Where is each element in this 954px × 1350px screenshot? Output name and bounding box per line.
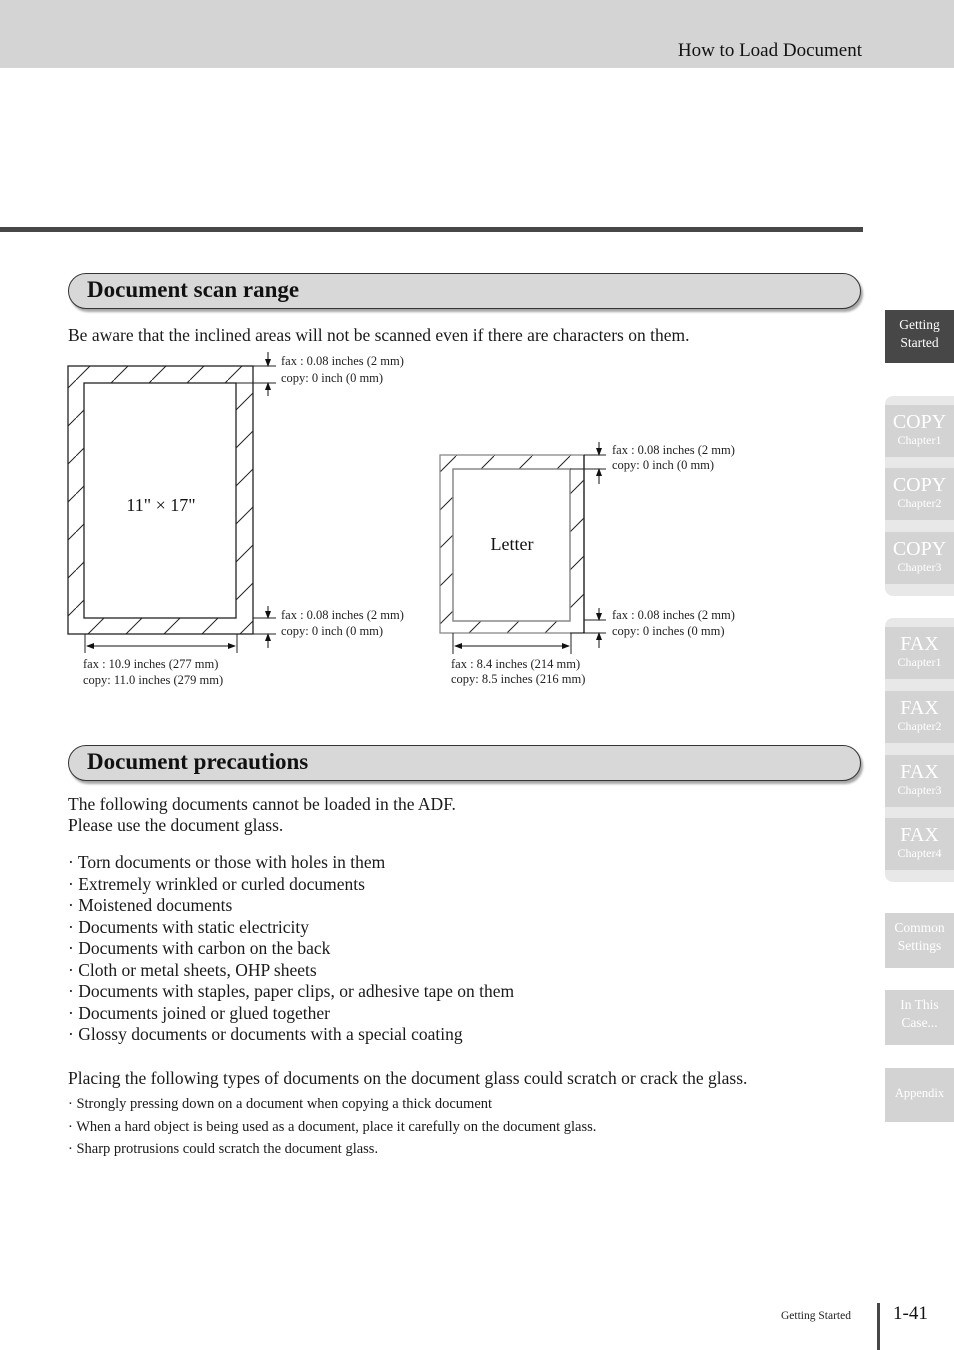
list-item: · Documents with static electricity <box>68 916 310 937</box>
ledger-width-copy: copy: 11.0 inches (279 mm) <box>83 673 223 687</box>
tab-label: COPY <box>892 538 947 560</box>
letter-size-label: Letter <box>491 534 534 554</box>
letter-width-copy: copy: 8.5 inches (216 mm) <box>451 672 585 686</box>
tab-sublabel: Chapter4 <box>897 846 942 860</box>
ledger-top-copy: copy: 0 inch (0 mm) <box>281 371 383 385</box>
tab-sublabel: Chapter2 <box>897 496 942 510</box>
tab-label: Settings <box>897 938 942 953</box>
list-item: · When a hard object is being used as a … <box>68 1118 597 1135</box>
glass-warning-list: · Strongly pressing down on a document w… <box>68 1093 596 1161</box>
tab-label: In This <box>900 997 939 1012</box>
footer-divider <box>877 1303 880 1350</box>
tab-label: FAX <box>900 761 939 783</box>
running-title: How to Load Document <box>677 40 862 61</box>
letter-bottom-copy: copy: 0 inches (0 mm) <box>612 624 724 638</box>
page-number: 1-41 <box>893 1303 928 1324</box>
tab-label: Appendix <box>894 1086 945 1100</box>
tab-sublabel: Chapter1 <box>897 655 942 669</box>
list-item: · Moistened documents <box>68 895 233 915</box>
letter-width-fax: fax : 8.4 inches (214 mm) <box>451 657 580 671</box>
letter-bottom-fax: fax : 0.08 inches (2 mm) <box>612 608 735 622</box>
tab-label: Case... <box>901 1015 938 1030</box>
glass-warning-intro: Placing the following types of documents… <box>68 1068 748 1088</box>
side-tab-common-settings[interactable]: Common Settings <box>885 913 954 968</box>
list-item: · Documents joined or glued together <box>68 1002 330 1023</box>
letter-top-copy: copy: 0 inch (0 mm) <box>612 458 714 472</box>
list-item: · Strongly pressing down on a document w… <box>68 1096 493 1112</box>
side-tab-fax-chapter1[interactable]: FAX Chapter1 <box>885 627 954 679</box>
side-tab-in-this-case[interactable]: In This Case... <box>885 990 954 1045</box>
side-tab-copy-chapter3[interactable]: COPY Chapter3 <box>885 532 954 584</box>
side-tab-copy-chapter2[interactable]: COPY Chapter2 <box>885 468 954 520</box>
letter-sheet-diagram: Letter fax : 0.08 inches (2 mm) copy: 0 … <box>439 442 735 686</box>
list-item: · Documents with staples, paper clips, o… <box>68 981 515 1001</box>
tab-label: Started <box>900 335 939 350</box>
section-heading-precautions: Document precautions <box>68 745 861 781</box>
tab-sublabel: Chapter2 <box>897 719 942 733</box>
precautions-intro-line1: The following documents cannot be loaded… <box>68 794 456 814</box>
section-heading-scan-range: Document scan range <box>68 273 861 309</box>
list-item: · Glossy documents or documents with a s… <box>68 1024 463 1044</box>
section-title: Document scan range <box>87 277 300 302</box>
tab-label: COPY <box>892 474 947 496</box>
adf-restriction-list: · Torn documents or those with holes in … <box>68 852 514 1046</box>
ledger-sheet-diagram: 11" × 17" fax : 0.08 inches (2 mm) copy:… <box>67 352 404 687</box>
ledger-top-fax: fax : 0.08 inches (2 mm) <box>281 354 404 368</box>
footer-section-label: Getting Started <box>781 1310 851 1322</box>
tab-label: Getting <box>899 317 940 332</box>
list-item: · Cloth or metal sheets, OHP sheets <box>68 959 317 980</box>
section-title: Document precautions <box>87 749 309 774</box>
list-item: · Sharp protrusions could scratch the do… <box>68 1141 379 1157</box>
ledger-bottom-fax: fax : 0.08 inches (2 mm) <box>281 608 404 622</box>
tab-sublabel: Chapter3 <box>897 560 942 574</box>
side-tab-copy-chapter1[interactable]: COPY Chapter1 <box>885 405 954 457</box>
precautions-intro-line2: Please use the document glass. <box>68 815 284 835</box>
side-tab-fax-chapter2[interactable]: FAX Chapter2 <box>885 691 954 743</box>
tab-sublabel: Chapter3 <box>897 783 942 797</box>
list-item: · Extremely wrinkled or curled documents <box>68 873 365 894</box>
list-item: · Torn documents or those with holes in … <box>68 852 386 872</box>
side-tab-fax-chapter4[interactable]: FAX Chapter4 <box>885 818 954 870</box>
tab-sublabel: Chapter1 <box>897 433 942 447</box>
tab-label: Common <box>894 920 945 935</box>
header-divider <box>0 227 863 232</box>
scan-range-diagram: 11" × 17" fax : 0.08 inches (2 mm) copy:… <box>67 352 735 687</box>
ledger-size-label: 11" × 17" <box>126 495 195 515</box>
tab-label: COPY <box>892 411 947 433</box>
tab-label: FAX <box>900 633 939 655</box>
letter-top-fax: fax : 0.08 inches (2 mm) <box>612 443 735 457</box>
side-tab-appendix[interactable]: Appendix <box>885 1068 954 1122</box>
ledger-bottom-copy: copy: 0 inch (0 mm) <box>281 624 383 638</box>
ledger-width-fax: fax : 10.9 inches (277 mm) <box>83 657 218 671</box>
list-item: · Documents with carbon on the back <box>68 938 331 958</box>
side-tab-getting-started[interactable]: Getting Started <box>885 310 954 363</box>
tab-label: FAX <box>900 697 939 719</box>
side-tab-fax-chapter3[interactable]: FAX Chapter3 <box>885 755 954 807</box>
tab-label: FAX <box>900 824 939 846</box>
